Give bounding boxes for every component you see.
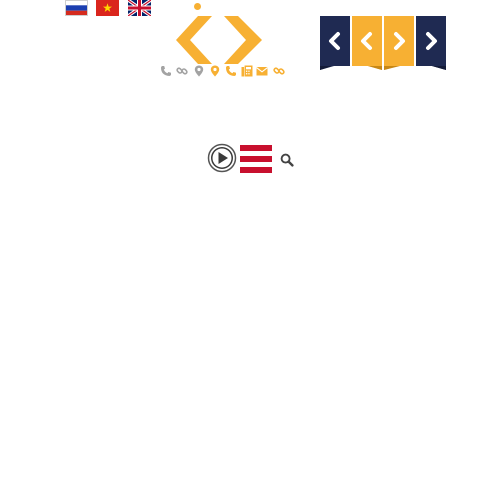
phone-icon[interactable]	[225, 65, 237, 77]
code-brackets-logo[interactable]	[176, 16, 262, 64]
play-circle-icon[interactable]	[207, 143, 237, 173]
flag-uk-icon[interactable]	[128, 0, 151, 16]
prev-navy-button[interactable]	[320, 16, 350, 70]
flag-vietnam-icon[interactable]	[96, 0, 119, 16]
hamburger-menu-icon[interactable]	[240, 145, 272, 174]
next-orange-button[interactable]	[384, 16, 414, 70]
map-marker-icon[interactable]	[193, 65, 205, 77]
flag-russia-icon[interactable]	[65, 0, 88, 16]
link-icon[interactable]	[176, 65, 188, 77]
logo-dot	[194, 3, 201, 10]
envelope-icon[interactable]	[256, 65, 268, 77]
prev-orange-button[interactable]	[352, 16, 382, 70]
phone-icon[interactable]	[160, 65, 172, 77]
fax-icon[interactable]	[241, 65, 253, 77]
map-marker-icon[interactable]	[209, 65, 221, 77]
search-icon[interactable]	[280, 152, 294, 167]
next-navy-button[interactable]	[416, 16, 446, 70]
link-icon[interactable]	[273, 65, 285, 77]
